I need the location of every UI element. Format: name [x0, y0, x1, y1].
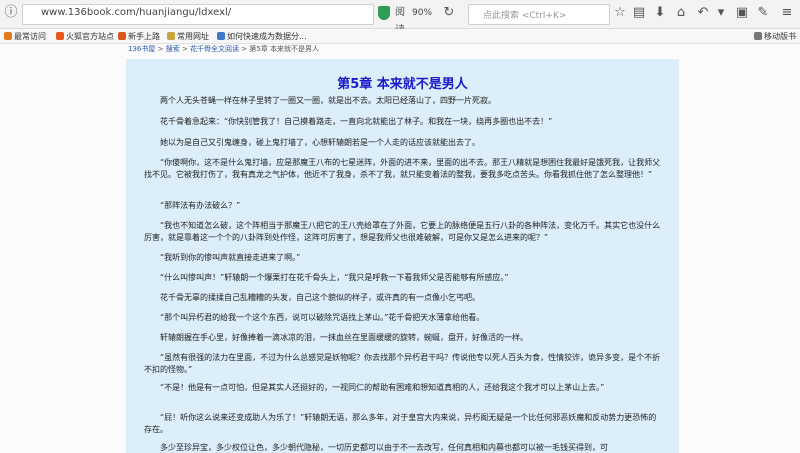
paragraph: “不是！他是有一点可怕，但是其实人还挺好的，一视同仁的帮助有困难和想知道真相的人… [160, 383, 605, 392]
folder-icon [167, 32, 175, 40]
search-placeholder: 点此搜索 <Ctrl+K> [483, 11, 567, 21]
screenshot-icon[interactable]: ▣ [733, 4, 751, 22]
bookmark-common-sites[interactable]: 常用网址 [167, 31, 209, 42]
breadcrumb-chapter: 第5章 本来就不是男人 [249, 45, 320, 53]
firefox-icon [118, 32, 126, 40]
chapter-title: 第5章 本来就不是男人 [337, 77, 468, 92]
search-input[interactable]: 点此搜索 <Ctrl+K> [468, 4, 610, 25]
paragraph: “虽然有很强的法力在里面，不过为什么总感觉是妖物呢？你去找那个异朽君干吗？传说他… [144, 353, 661, 374]
star-icon [4, 32, 12, 40]
menu-icon[interactable]: ≡ [778, 4, 796, 22]
breadcrumb-search[interactable]: 搜索 [166, 45, 180, 53]
paragraph: 花千骨着急起来：“你快别管我了！自己摸着路走，一直向北就能出了林子。和我在一块，… [160, 117, 553, 126]
site-info-icon[interactable]: ⓘ [2, 4, 20, 22]
paragraph: 多少至珍异宝，多少权位让色，多少朝代隐秘，一切历史都可以由于不一去改写，任何真相… [160, 443, 608, 452]
bookmark-mobile[interactable]: 移动版书 [754, 31, 796, 42]
bookmark-data-analysis[interactable]: 如何快速成为数据分... [217, 31, 307, 42]
paragraph: “什么叫惨叫声！”轩辕朗一个爆栗打在花千骨头上，“我只是呼救一下看我师父是否能够… [160, 273, 509, 282]
url-text: www.136book.com/huanjiangu/ldxexl/ [41, 7, 232, 18]
back-icon[interactable]: ↶ [694, 4, 712, 22]
paragraph: 轩辕朗握在手心里，好像捧着一滴冰凉的泪，一抹血丝在里面缓缓的旋转，蜿蜒，盘开，好… [160, 333, 528, 342]
bookmark-firefox-official[interactable]: 火狐官方站点 [56, 31, 114, 42]
page-icon [217, 32, 225, 40]
chevron-down-icon[interactable]: ▾ [712, 4, 730, 22]
paragraph: “屁！听你这么说来还变成助人为乐了！”轩辕朗无语，那么多年，对于皇宫大内来说，异… [144, 413, 657, 434]
browser-toolbar: ⓘ www.136book.com/huanjiangu/ldxexl/ 阅读 … [0, 0, 800, 36]
breadcrumb-home[interactable]: 136书屋 [128, 45, 155, 53]
paragraph: “那个叫异朽君的给我一个这个东西，说可以破除咒语找上茅山。”花千骨把天水薄拿给他… [160, 313, 485, 322]
paragraph: “我听到你的惨叫声就直接走进来了啊。” [160, 253, 301, 262]
page-viewport: 136书屋 > 搜索 > 花千骨全文阅读 > 第5章 本来就不是男人 第5章 本… [0, 44, 800, 453]
star-bookmark-icon[interactable]: ☆ [611, 4, 629, 22]
breadcrumb-book[interactable]: 花千骨全文阅读 [190, 45, 239, 53]
address-bar[interactable]: www.136book.com/huanjiangu/ldxexl/ [22, 4, 374, 25]
bookmark-most-visited[interactable]: 最常访问 [4, 31, 46, 42]
reload-icon[interactable]: ↻ [440, 4, 458, 22]
firefox-icon [56, 32, 64, 40]
security-shield-icon[interactable] [378, 6, 390, 20]
paragraph: 花千骨无辜的揉揉自己乱糟糟的头发，自己这个貌似的样子，或许真的有一点像小乞丐吧。 [160, 293, 480, 302]
bookmark-getting-started[interactable]: 新手上路 [118, 31, 160, 42]
folder-icon [754, 32, 762, 40]
paragraph: “那阵法有办法破么？” [160, 201, 241, 210]
paragraph: “我也不知道怎么破，这个阵相当于那魔王八把它的王八壳给罩在了外面，它要上的脉络便… [144, 221, 661, 242]
breadcrumb: 136书屋 > 搜索 > 花千骨全文阅读 > 第5章 本来就不是男人 [128, 45, 320, 53]
reader-mode-icon[interactable]: 阅读 [391, 4, 409, 36]
paragraph: “你傻啊你，这不是什么鬼打墙，应是那魔王八布的七星迷阵，外面的进不来，里面的出不… [144, 158, 661, 179]
zoom-level[interactable]: 90% [412, 8, 432, 18]
bookmarks-bar: 最常访问 火狐官方站点 新手上路 常用网址 如何快速成为数据分... 移动版书 [0, 29, 800, 44]
extension-icon[interactable]: ✎ [754, 4, 772, 22]
paragraph: 两个人无头苍蝇一样在林子里转了一圈又一圈，就是出不去。太阳已经落山了，四野一片死… [160, 96, 496, 105]
download-icon[interactable]: ⬇ [651, 4, 669, 22]
library-icon[interactable]: ▤ [630, 4, 648, 22]
home-icon[interactable]: ⌂ [672, 4, 690, 22]
chapter-content: 第5章 本来就不是男人 两个人无头苍蝇一样在林子里转了一圈又一圈，就是出不去。太… [126, 59, 679, 453]
paragraph: 她以为是自己又引鬼缠身，碰上鬼打墙了，心想轩辕朗若是一个人走的话应该就能出去了。 [160, 138, 480, 147]
